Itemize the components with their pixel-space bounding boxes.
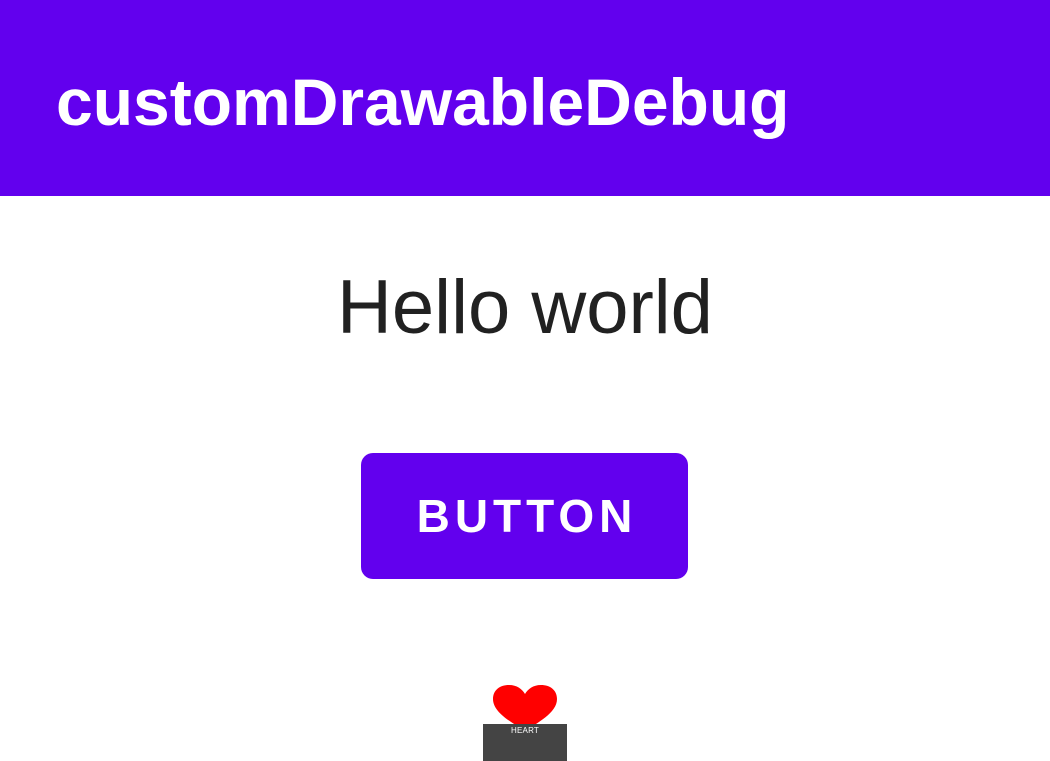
app-window: customDrawableDebug Hello world BUTTON H…: [0, 0, 1050, 761]
app-title: customDrawableDebug: [56, 65, 790, 139]
primary-button-label: BUTTON: [416, 490, 638, 542]
heart-label: HEART: [511, 726, 539, 735]
heart-label-box: HEART: [483, 724, 567, 761]
hello-world-text: Hello world: [337, 265, 713, 350]
app-bar: customDrawableDebug: [0, 0, 1050, 196]
custom-drawable-heart: HEART: [483, 685, 567, 761]
primary-button[interactable]: BUTTON: [361, 453, 688, 579]
